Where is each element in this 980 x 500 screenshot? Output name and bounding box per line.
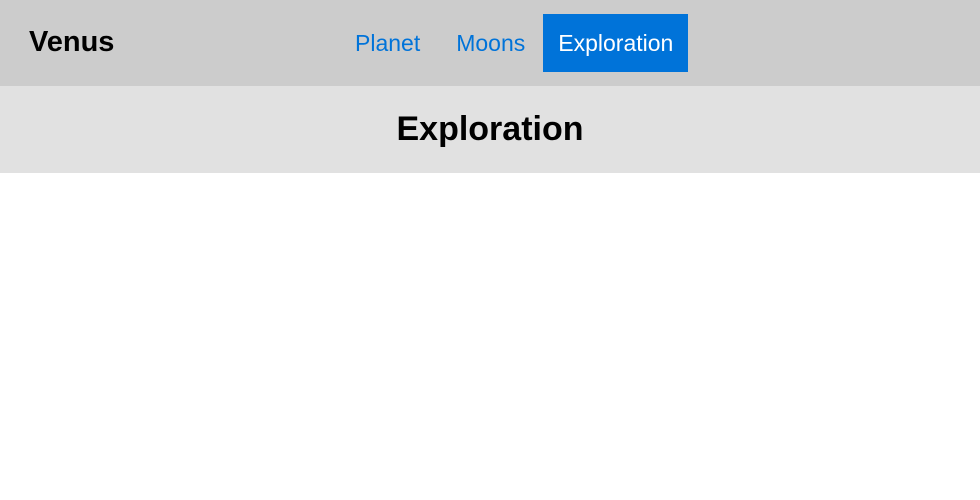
main-nav: Planet Moons Exploration xyxy=(337,14,689,72)
nav-link-planet[interactable]: Planet xyxy=(337,14,438,72)
top-navigation-bar: Venus Planet Moons Exploration xyxy=(0,0,980,86)
main-content-area xyxy=(0,173,980,500)
site-brand[interactable]: Venus xyxy=(29,0,114,84)
page-title: Exploration xyxy=(396,110,584,148)
nav-link-moons[interactable]: Moons xyxy=(438,14,543,72)
page-header-band: Exploration xyxy=(0,86,980,173)
nav-link-exploration[interactable]: Exploration xyxy=(543,14,689,72)
